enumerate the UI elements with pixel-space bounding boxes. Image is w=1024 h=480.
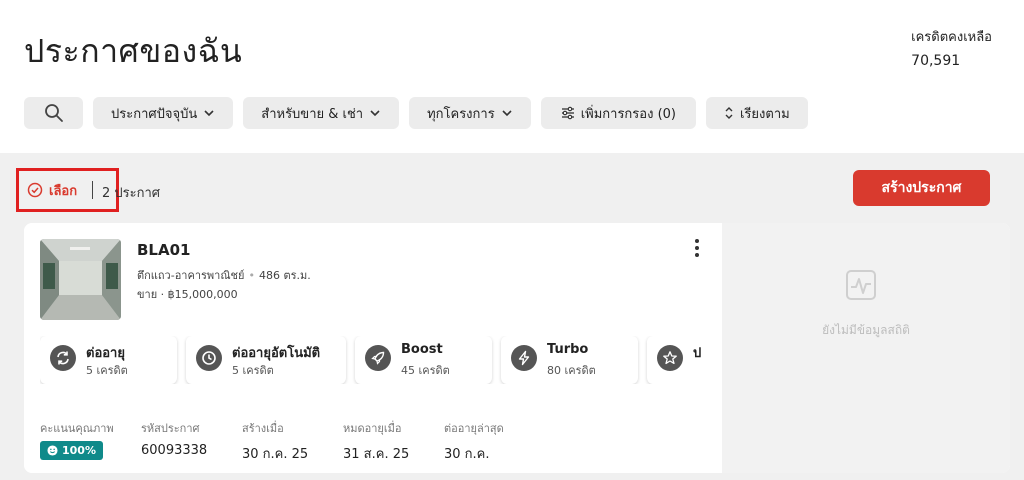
credit-label: เครดิตคงเหลือ [911, 30, 992, 45]
created-date: สร้างเมื่อ 30 ก.ค. 25 [242, 419, 308, 464]
price-line: ขาย · ฿15,000,000 [137, 288, 238, 301]
page-header: ประกาศของฉัน เครดิตคงเหลือ 70,591 ประกาศ… [0, 0, 1024, 153]
quality-badge: 100% [40, 441, 103, 460]
listing-id-value: 60093338 [141, 443, 208, 458]
boost-options-row: ต่ออายุ 5 เครดิต ต่ออายุอัตโนมัติ 5 เครด… [40, 336, 706, 384]
filter-listing-type-dropdown[interactable]: สำหรับขาย & เช่า [243, 97, 400, 129]
expires-label: หมดอายุเมื่อ [343, 422, 402, 435]
filter-status-label: ประกาศปัจจุบัน [111, 106, 198, 122]
add-filter-button[interactable]: เพิ่มการกรอง (0) [540, 97, 696, 129]
turbo-title: Turbo [547, 342, 589, 357]
listing-id-label: รหัสประกาศ [141, 422, 200, 435]
renewed-value: 30 ก.ค. [444, 447, 490, 462]
last-renewed-date: ต่ออายุล่าสุด 30 ก.ค. [444, 419, 504, 464]
stats-empty-text: ยังไม่มีข้อมูลสถิติ [822, 323, 910, 337]
rocket-icon [365, 345, 391, 371]
listing-code[interactable]: BLA01 [137, 241, 190, 259]
add-filter-label: เพิ่มการกรอง (0) [580, 106, 676, 122]
kebab-dot-icon [695, 246, 699, 250]
credit-value: 70,591 [911, 53, 961, 69]
auto-renew-cost: 5 เครดิต [232, 364, 274, 377]
quality-label: คะแนนคุณภาพ [40, 422, 114, 435]
filter-status-dropdown[interactable]: ประกาศปัจจุบัน [93, 97, 234, 129]
sort-icon [725, 107, 733, 119]
lightning-icon [511, 345, 537, 371]
stats-chart-icon [846, 270, 876, 300]
boost-option[interactable]: Boost 45 เครดิต [355, 336, 492, 384]
expiry-date: หมดอายุเมื่อ 31 ส.ค. 25 [343, 419, 409, 464]
renew-title: ต่ออายุ [86, 346, 125, 361]
page-title: ประกาศของฉัน [24, 32, 243, 70]
select-label: เลือก [49, 183, 78, 199]
filter-sliders-icon [561, 106, 574, 120]
clock-icon [196, 345, 222, 371]
create-listing-button[interactable]: สร้างประกาศ [853, 170, 990, 206]
refresh-icon [50, 345, 76, 371]
search-button[interactable] [24, 97, 83, 129]
turbo-cost: 80 เครดิต [547, 364, 596, 377]
boost-title: Boost [401, 342, 443, 357]
credit-balance: เครดิตคงเหลือ 70,591 [911, 26, 992, 69]
kebab-dot-icon [695, 253, 699, 257]
featured-title: ป [693, 346, 702, 361]
turbo-option[interactable]: Turbo 80 เครดิต [501, 336, 638, 384]
quality-value: 100% [62, 444, 96, 457]
filter-project-label: ทุกโครงการ [427, 106, 495, 122]
boost-cost: 45 เครดิต [401, 364, 450, 377]
listing-stats-panel: ยังไม่มีข้อมูลสถิติ [722, 223, 1010, 473]
property-area: 486 ตร.ม. [258, 269, 311, 282]
sort-label: เรียงตาม [739, 106, 790, 122]
listing-card-main: BLA01 ตึกแถว-อาคารพาณิชย์ • 486 ตร.ม. ขาย … [24, 223, 722, 473]
listing-card: BLA01 ตึกแถว-อาคารพาณิชย์ • 486 ตร.ม. ขาย … [24, 223, 1010, 473]
kebab-dot-icon [695, 239, 699, 243]
created-label: สร้างเมื่อ [242, 422, 284, 435]
renew-option[interactable]: ต่ออายุ 5 เครดิต [40, 336, 177, 384]
auto-renew-option[interactable]: ต่ออายุอัตโนมัติ 5 เครดิต [186, 336, 346, 384]
created-value: 30 ก.ค. 25 [242, 447, 309, 462]
check-circle-icon [27, 182, 43, 198]
featured-option[interactable]: ป [647, 336, 706, 384]
listing-thumbnail[interactable] [40, 239, 121, 320]
listing-photo-image [40, 239, 121, 320]
smile-icon [47, 445, 58, 456]
star-icon [657, 345, 683, 371]
listing-count: 2 ประกาศ [102, 186, 161, 201]
renewed-label: ต่ออายุล่าสุด [444, 422, 504, 435]
property-type: ตึกแถว-อาคารพาณิชย์ [137, 269, 245, 282]
toolbar-divider [92, 181, 93, 199]
listing-id: รหัสประกาศ 60093338 [141, 419, 207, 458]
chevron-down-icon [204, 110, 214, 117]
separator-dot: • [248, 269, 255, 282]
filter-project-dropdown[interactable]: ทุกโครงการ [409, 97, 531, 129]
chevron-down-icon [502, 110, 512, 117]
sort-button[interactable]: เรียงตาม [705, 97, 808, 129]
renew-cost: 5 เครดิต [86, 364, 128, 377]
search-icon [44, 104, 63, 122]
filter-listing-type-label: สำหรับขาย & เช่า [261, 106, 364, 122]
quality-score: คะแนนคุณภาพ 100% [40, 419, 114, 460]
expires-value: 31 ส.ค. 25 [343, 447, 410, 462]
chevron-down-icon [370, 110, 380, 117]
property-info: ตึกแถว-อาคารพาณิชย์ • 486 ตร.ม. [137, 266, 311, 284]
auto-renew-title: ต่ออายุอัตโนมัติ [232, 346, 321, 361]
more-options-button[interactable] [690, 237, 704, 259]
filter-bar: ประกาศปัจจุบัน สำหรับขาย & เช่า ทุกโครงก… [24, 97, 808, 129]
